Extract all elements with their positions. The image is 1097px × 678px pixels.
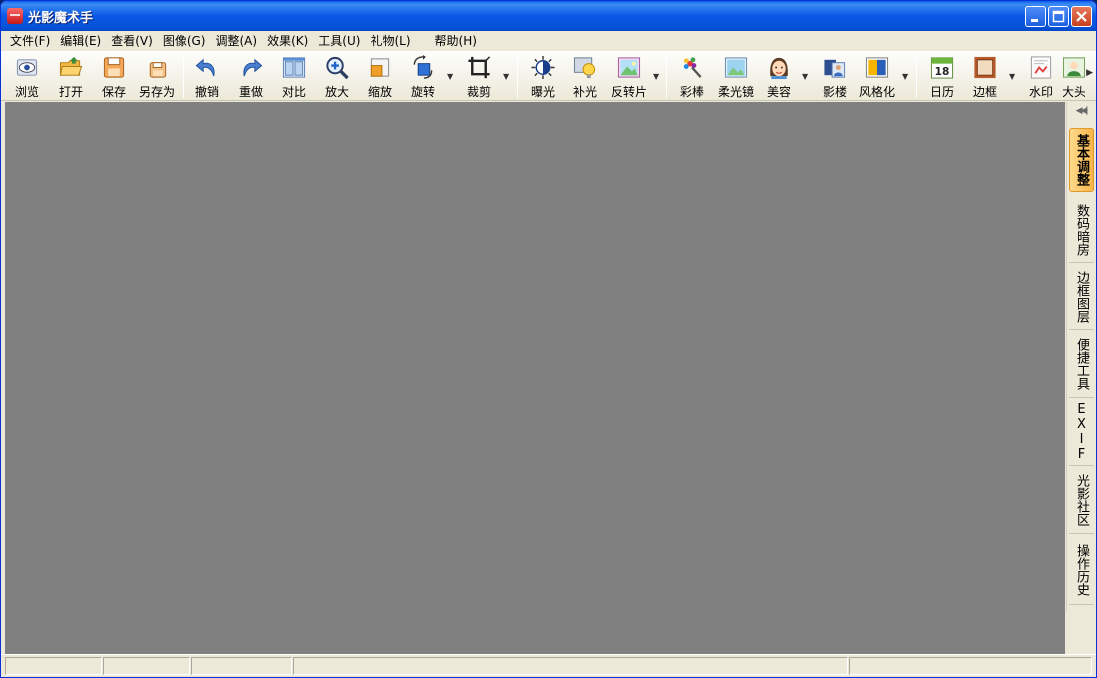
undo-arrow-icon xyxy=(195,58,215,77)
browse-button[interactable]: 浏览 xyxy=(9,54,45,100)
compare-icon xyxy=(282,57,306,78)
maximize-icon xyxy=(1052,10,1065,23)
calendar-button[interactable]: 18 日历 xyxy=(924,54,960,100)
status-bar xyxy=(1,654,1096,677)
app-window: 光影魔术手 文件(F) 编辑(E) 查看(V) 图像(G) 调整(A) 效果(K… xyxy=(0,0,1097,678)
save-as-button[interactable]: 另存为 xyxy=(135,54,179,100)
exposure-sun-icon xyxy=(531,55,555,80)
watermark-button[interactable]: 水印 xyxy=(1023,54,1059,100)
menu-gift[interactable]: 礼物(L) xyxy=(365,31,415,51)
status-cell xyxy=(293,657,848,675)
folder-open-icon xyxy=(59,56,83,76)
rotate-button[interactable]: 旋转 xyxy=(405,54,441,100)
close-icon xyxy=(1076,11,1087,22)
calendar-icon: 18 xyxy=(930,57,954,79)
save-button[interactable]: 保存 xyxy=(96,54,132,100)
crop-icon xyxy=(468,56,491,79)
status-cell xyxy=(849,657,1092,675)
soft-focus-icon xyxy=(724,57,748,78)
crop-button[interactable]: 裁剪 xyxy=(461,54,497,100)
eye-icon xyxy=(16,59,38,76)
beauty-button[interactable]: 美容 xyxy=(761,54,797,100)
studio-icon xyxy=(824,59,846,78)
border-frame-icon xyxy=(974,56,996,79)
border-dropdown-arrow[interactable]: ▼ xyxy=(1009,72,1015,81)
compare-button[interactable]: 对比 xyxy=(276,54,312,100)
face-icon xyxy=(770,57,788,80)
fill-light-icon xyxy=(573,57,596,79)
tab-basic-adjust[interactable]: 基本调整 xyxy=(1069,128,1094,192)
zoom-out-button[interactable]: 缩放 xyxy=(362,54,398,100)
menu-view[interactable]: 查看(V) xyxy=(106,31,158,51)
minimize-icon xyxy=(1031,19,1038,22)
open-button[interactable]: 打开 xyxy=(53,54,89,100)
tab-border-layer[interactable]: 边框图层 xyxy=(1069,264,1094,330)
magnifier-plus-icon xyxy=(326,56,349,80)
toolbar-separator xyxy=(666,56,667,98)
app-logo-icon xyxy=(7,8,23,24)
resize-icon xyxy=(370,58,390,77)
status-cell xyxy=(103,657,190,675)
save-as-icon xyxy=(149,62,167,78)
toolbar: 浏览 打开 保存 另存为 撤销 重做 对比 放大 缩放 旋转 ▼ 裁剪 ▼ 曝光… xyxy=(1,51,1096,101)
watermark-icon xyxy=(1030,56,1052,79)
toolbar-separator xyxy=(916,56,917,98)
redo-arrow-icon xyxy=(243,58,263,77)
exposure-button[interactable]: 曝光 xyxy=(525,54,561,100)
menu-effect[interactable]: 效果(K) xyxy=(262,31,313,51)
tab-digital-darkroom[interactable]: 数码暗房 xyxy=(1069,197,1094,263)
zoom-in-button[interactable]: 放大 xyxy=(319,54,355,100)
tab-quick-tools[interactable]: 便捷工具 xyxy=(1069,331,1094,398)
menu-help[interactable]: 帮助(H) xyxy=(430,31,482,51)
status-cell xyxy=(191,657,292,675)
color-wand-icon xyxy=(683,57,702,78)
image-canvas[interactable] xyxy=(5,102,1065,654)
tab-community[interactable]: 光影社区 xyxy=(1069,467,1094,534)
toolbar-overflow-arrow[interactable]: ▶ xyxy=(1086,68,1093,78)
crop-dropdown-arrow[interactable]: ▼ xyxy=(503,72,509,81)
undo-button[interactable]: 撤销 xyxy=(189,54,225,100)
maximize-button[interactable] xyxy=(1048,6,1069,27)
window-title: 光影魔术手 xyxy=(28,10,94,26)
toolbar-separator xyxy=(517,56,518,98)
rotate-icon xyxy=(413,55,433,79)
window-controls xyxy=(1025,6,1092,27)
minimize-button[interactable] xyxy=(1025,6,1046,27)
big-head-icon xyxy=(1063,57,1085,78)
reversal-dropdown-arrow[interactable]: ▼ xyxy=(653,72,659,81)
color-pen-button[interactable]: 彩棒 xyxy=(674,54,710,100)
soft-focus-button[interactable]: 柔光镜 xyxy=(714,54,758,100)
collapse-panel-icon[interactable]: ◀◀| xyxy=(1069,106,1093,120)
status-cell xyxy=(5,657,102,675)
big-head-button[interactable]: 大头 xyxy=(1063,54,1085,100)
rotate-dropdown-arrow[interactable]: ▼ xyxy=(447,72,453,81)
toolbar-separator xyxy=(183,56,184,98)
tab-history[interactable]: 操作历史 xyxy=(1069,535,1094,605)
border-button[interactable]: 边框 xyxy=(967,54,1003,100)
floppy-disk-icon xyxy=(103,57,125,78)
stylize-dropdown-arrow[interactable]: ▼ xyxy=(902,72,908,81)
fill-light-button[interactable]: 补光 xyxy=(567,54,603,100)
stylize-icon xyxy=(865,57,889,78)
reversal-film-icon xyxy=(617,57,641,78)
tab-exif[interactable]: EXIF xyxy=(1069,399,1094,466)
menu-adjust[interactable]: 调整(A) xyxy=(210,31,262,51)
redo-button[interactable]: 重做 xyxy=(233,54,269,100)
beauty-dropdown-arrow[interactable]: ▼ xyxy=(802,72,808,81)
menu-image[interactable]: 图像(G) xyxy=(158,31,211,51)
studio-button[interactable]: 影楼 xyxy=(817,54,853,100)
calendar-day: 18 xyxy=(935,66,950,78)
title-bar[interactable]: 光影魔术手 xyxy=(1,1,1096,31)
stylize-button[interactable]: 风格化 xyxy=(857,54,897,100)
close-button[interactable] xyxy=(1071,6,1092,27)
menu-bar: 文件(F) 编辑(E) 查看(V) 图像(G) 调整(A) 效果(K) 工具(U… xyxy=(1,31,1096,51)
side-panel: ◀◀| 基本调整 数码暗房 边框图层 便捷工具 EXIF 光影社区 操作历史 xyxy=(1066,102,1094,612)
reversal-film-button[interactable]: 反转片 xyxy=(609,54,649,100)
menu-tools[interactable]: 工具(U) xyxy=(313,31,365,51)
menu-edit[interactable]: 编辑(E) xyxy=(55,31,106,51)
menu-file[interactable]: 文件(F) xyxy=(5,31,55,51)
